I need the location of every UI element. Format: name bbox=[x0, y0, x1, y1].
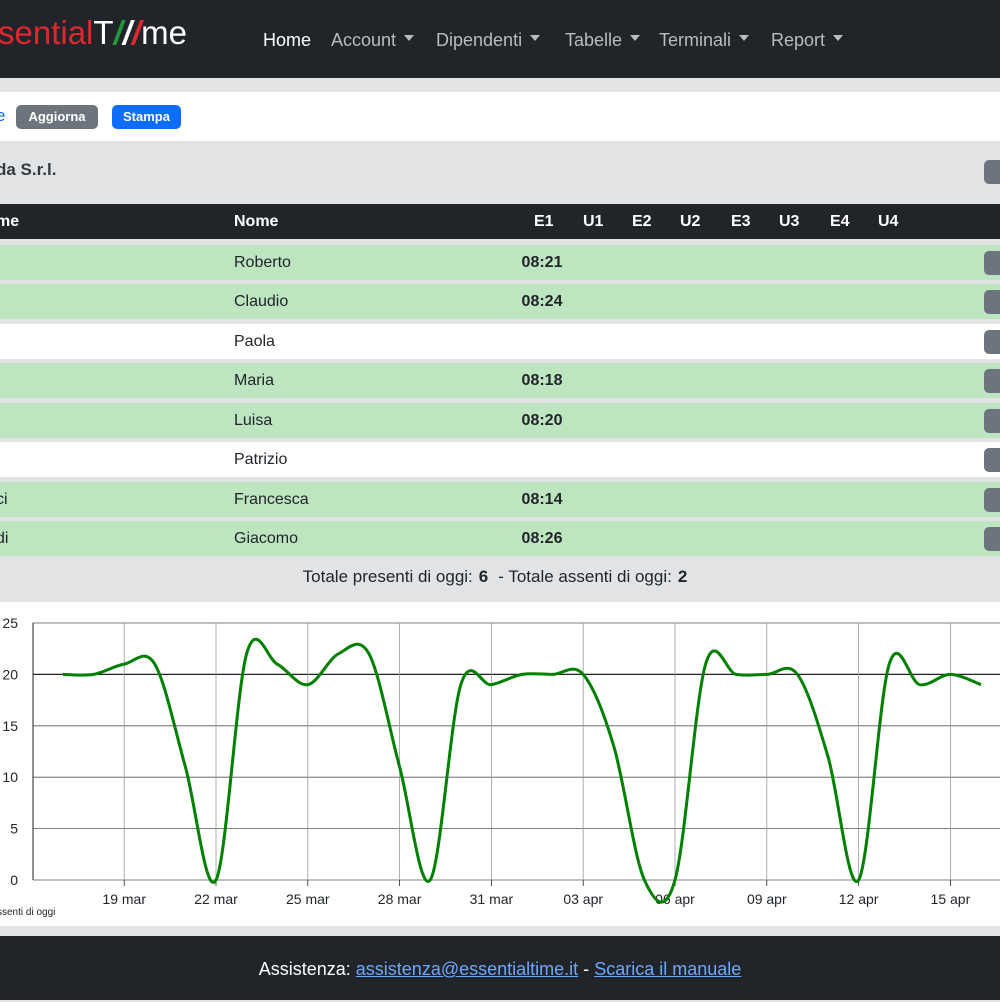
cell-cognome: ci bbox=[0, 491, 8, 508]
download-manual-link[interactable]: Scarica il manuale bbox=[594, 959, 741, 979]
absent-label: Totale assenti di oggi: bbox=[508, 567, 672, 586]
header-u3: U3 bbox=[779, 213, 800, 230]
header-e4: E4 bbox=[830, 213, 850, 230]
cell-e1: 08:18 bbox=[521, 372, 563, 389]
absent-count: 2 bbox=[677, 567, 688, 586]
y-tick-label: 20 bbox=[2, 666, 18, 682]
x-tick-label: 28 mar bbox=[378, 891, 422, 907]
cell-nome: Luisa bbox=[234, 412, 273, 429]
x-tick-label: 12 apr bbox=[839, 891, 879, 907]
present-label: Totale presenti di oggi: bbox=[302, 567, 473, 586]
series-line bbox=[62, 637, 982, 904]
y-tick-label: 10 bbox=[2, 769, 18, 785]
brand-logo[interactable]: sentialT///me bbox=[0, 14, 187, 52]
row-action-button[interactable] bbox=[984, 448, 1000, 472]
row-action-button[interactable] bbox=[984, 488, 1000, 512]
cell-nome: Patrizio bbox=[234, 451, 288, 468]
y-tick-label: 15 bbox=[2, 718, 18, 734]
table-row: di Giacomo 08:26 bbox=[0, 521, 1000, 556]
legend-label: ssenti di oggi bbox=[0, 907, 55, 918]
nav-dipendenti[interactable]: Dipendenti bbox=[436, 30, 541, 51]
row-action-button[interactable] bbox=[984, 290, 1000, 314]
y-tick-label: 25 bbox=[2, 615, 18, 631]
table-row: Luisa 08:20 bbox=[0, 403, 1000, 438]
header-nome: Nome bbox=[234, 213, 279, 230]
cell-e1: 08:26 bbox=[521, 530, 563, 547]
table-row: Roberto 08:21 bbox=[0, 245, 1000, 280]
x-tick-label: 31 mar bbox=[470, 891, 514, 907]
company-action-button[interactable] bbox=[984, 160, 1000, 184]
header-u4: U4 bbox=[878, 213, 899, 230]
table-row: Maria 08:18 bbox=[0, 363, 1000, 398]
table-row: Paola bbox=[0, 324, 1000, 359]
header-u2: U2 bbox=[680, 213, 701, 230]
attendance-chart: 0 5 10 15 20 25 19 mar 22 mar 25 mar 28 mar 31 mar… bbox=[0, 615, 1000, 918]
nav-report[interactable]: Report bbox=[771, 30, 844, 51]
company-name: da S.r.l. bbox=[0, 160, 57, 179]
row-action-button[interactable] bbox=[984, 330, 1000, 354]
support-email-link[interactable]: assistenza@essentialtime.it bbox=[356, 959, 578, 979]
x-tick-label: 15 apr bbox=[931, 891, 971, 907]
cell-e1: 08:20 bbox=[521, 412, 563, 429]
toolbar-link[interactable]: e bbox=[0, 106, 5, 126]
toolbar: e Aggiorna Stampa bbox=[0, 92, 1000, 141]
y-tick-label: 5 bbox=[10, 821, 18, 837]
cell-nome: Roberto bbox=[234, 254, 291, 271]
chevron-down-icon bbox=[404, 35, 415, 42]
footer-separator: - bbox=[583, 959, 590, 979]
x-tick-label: 03 apr bbox=[563, 891, 603, 907]
table-row: Claudio 08:24 bbox=[0, 284, 1000, 319]
nav-tabelle[interactable]: Tabelle bbox=[565, 30, 641, 51]
cell-e1: 08:24 bbox=[521, 293, 563, 310]
footer: Assistenza: assistenza@essentialtime.it … bbox=[0, 936, 1000, 1000]
cell-nome: Paola bbox=[234, 333, 275, 350]
chevron-down-icon bbox=[530, 35, 541, 42]
x-tick-label: 06 apr bbox=[655, 891, 695, 907]
print-button[interactable]: Stampa bbox=[112, 105, 181, 129]
cell-nome: Maria bbox=[234, 372, 275, 389]
x-tick-label: 09 apr bbox=[747, 891, 787, 907]
row-action-button[interactable] bbox=[984, 369, 1000, 393]
totals-separator: - bbox=[498, 567, 504, 586]
row-action-button[interactable] bbox=[984, 251, 1000, 275]
nav-home[interactable]: Home bbox=[263, 30, 311, 51]
attendance-chart-panel: 0 5 10 15 20 25 19 mar 22 mar 25 mar 28 mar 31 mar… bbox=[0, 602, 1000, 926]
totals: Totale presenti di oggi: 6- Totale assent… bbox=[0, 567, 1000, 587]
y-tick-label: 0 bbox=[10, 872, 18, 888]
header-e1: E1 bbox=[534, 213, 554, 230]
footer-label: Assistenza: bbox=[258, 959, 351, 979]
x-tick-label: 22 mar bbox=[194, 891, 238, 907]
chevron-down-icon bbox=[739, 35, 750, 42]
header-u1: U1 bbox=[583, 213, 604, 230]
x-tick-label: 25 mar bbox=[286, 891, 330, 907]
header-e2: E2 bbox=[632, 213, 652, 230]
row-action-button[interactable] bbox=[984, 409, 1000, 433]
refresh-button[interactable]: Aggiorna bbox=[16, 105, 98, 129]
cell-e1: 08:21 bbox=[521, 254, 563, 271]
table-row: Patrizio bbox=[0, 442, 1000, 477]
nav-account[interactable]: Account bbox=[331, 30, 415, 51]
chevron-down-icon bbox=[833, 35, 844, 42]
cell-e1: 08:14 bbox=[521, 491, 563, 508]
present-count: 6 bbox=[478, 567, 489, 586]
cell-nome: Francesca bbox=[234, 491, 309, 508]
cell-nome: Claudio bbox=[234, 293, 289, 310]
cell-cognome: di bbox=[0, 530, 9, 547]
cell-nome: Giacomo bbox=[234, 530, 299, 547]
row-action-button[interactable] bbox=[984, 527, 1000, 551]
chevron-down-icon bbox=[630, 35, 641, 42]
header-e3: E3 bbox=[731, 213, 751, 230]
table-header: me Nome E1 U1 E2 U2 E3 U3 E4 U4 bbox=[0, 204, 1000, 239]
navbar: sentialT///me Home Account Dipendenti Ta… bbox=[0, 0, 1000, 78]
header-cognome: me bbox=[0, 213, 20, 230]
table-row: ci Francesca 08:14 bbox=[0, 482, 1000, 517]
nav-terminali[interactable]: Terminali bbox=[659, 30, 750, 51]
x-tick-label: 19 mar bbox=[102, 891, 146, 907]
